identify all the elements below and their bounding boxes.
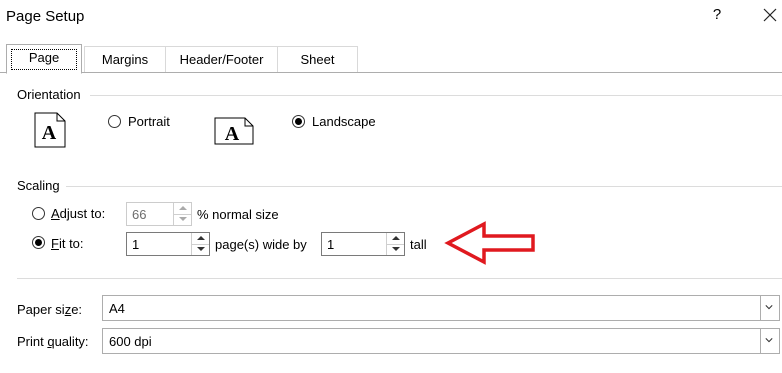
close-icon: [763, 8, 777, 22]
tab-margins-label: Margins: [101, 52, 149, 67]
fit-to-label[interactable]: Fit to:: [51, 236, 84, 251]
paper-size-label-post: e:: [71, 302, 83, 317]
orientation-separator: [90, 95, 782, 96]
fit-tall-value: 1: [327, 237, 335, 252]
adjust-to-label[interactable]: Adjust to:: [51, 206, 105, 221]
paper-size-label: Paper size:: [17, 302, 82, 317]
print-quality-select[interactable]: 600 dpi: [102, 328, 780, 354]
fit-tall-down-button[interactable]: [387, 244, 404, 255]
landscape-radio[interactable]: [292, 115, 305, 128]
scaling-separator: [66, 186, 782, 187]
chevron-up-icon: [392, 236, 400, 240]
adjust-to-label-rest: djust to:: [59, 206, 106, 221]
fit-wide-spinner[interactable]: 1: [126, 232, 210, 256]
adjust-to-suffix: % normal size: [197, 207, 279, 222]
portrait-glyph: A: [42, 122, 57, 144]
fit-to-accel: F: [51, 236, 59, 251]
print-quality-label: Print quality:: [17, 334, 89, 349]
print-quality-value: 600 dpi: [109, 334, 152, 349]
fit-to-label-rest: it to:: [58, 236, 84, 251]
chevron-down-icon: [765, 305, 773, 310]
tab-focus-rect: [11, 49, 77, 70]
chevron-down-icon: [179, 217, 187, 221]
chevron-up-icon: [179, 206, 187, 210]
paper-size-label-pre: Paper si: [17, 302, 65, 317]
landscape-label[interactable]: Landscape: [312, 114, 376, 129]
portrait-label[interactable]: Portrait: [128, 114, 170, 129]
landscape-page-icon: A: [214, 117, 254, 145]
help-button[interactable]: ?: [709, 6, 725, 26]
tab-margins[interactable]: Margins: [84, 46, 166, 73]
adjust-to-radio[interactable]: [32, 207, 45, 220]
paper-size-dropdown-button[interactable]: [760, 296, 779, 320]
scaling-label: Scaling: [17, 178, 60, 193]
chevron-down-icon: [765, 338, 773, 343]
tab-header-footer-label: Header/Footer: [179, 52, 264, 67]
tab-header-footer[interactable]: Header/Footer: [165, 46, 278, 73]
paper-size-value: A4: [109, 301, 125, 316]
print-quality-label-pre: Print: [17, 334, 48, 349]
adjust-to-value: 66: [132, 207, 147, 222]
paper-separator: [17, 278, 782, 279]
paper-size-select[interactable]: A4: [102, 295, 780, 321]
dialog-title: Page Setup: [6, 8, 85, 25]
orientation-label: Orientation: [17, 87, 81, 102]
close-button[interactable]: [760, 5, 780, 25]
chevron-down-icon: [197, 247, 205, 251]
print-quality-label-post: uality:: [54, 334, 89, 349]
fit-wide-down-button[interactable]: [192, 244, 209, 255]
fit-tall-suffix: tall: [410, 237, 427, 252]
print-quality-dropdown-button[interactable]: [760, 329, 779, 353]
tab-sheet[interactable]: Sheet: [277, 46, 358, 73]
adjust-to-accel: A: [51, 206, 60, 221]
portrait-page-icon: A: [34, 112, 66, 148]
fit-wide-spin-buttons: [191, 233, 209, 255]
fit-to-radio[interactable]: [32, 236, 45, 249]
adjust-to-spinner[interactable]: 66: [126, 202, 192, 226]
fit-tall-spin-buttons: [386, 233, 404, 255]
chevron-up-icon: [197, 236, 205, 240]
tab-sheet-label: Sheet: [300, 52, 335, 67]
adjust-to-spin-buttons: [173, 203, 191, 225]
fit-tall-spinner[interactable]: 1: [321, 232, 405, 256]
print-quality-accel: q: [47, 334, 55, 349]
red-arrow-annotation-icon: [444, 221, 535, 265]
portrait-radio[interactable]: [108, 115, 121, 128]
chevron-down-icon: [392, 247, 400, 251]
fit-wide-value: 1: [132, 237, 140, 252]
landscape-glyph: A: [225, 123, 240, 145]
adjust-to-down-button[interactable]: [174, 214, 191, 225]
fit-wide-suffix: page(s) wide by: [215, 237, 307, 252]
tab-page[interactable]: Page: [6, 44, 82, 74]
